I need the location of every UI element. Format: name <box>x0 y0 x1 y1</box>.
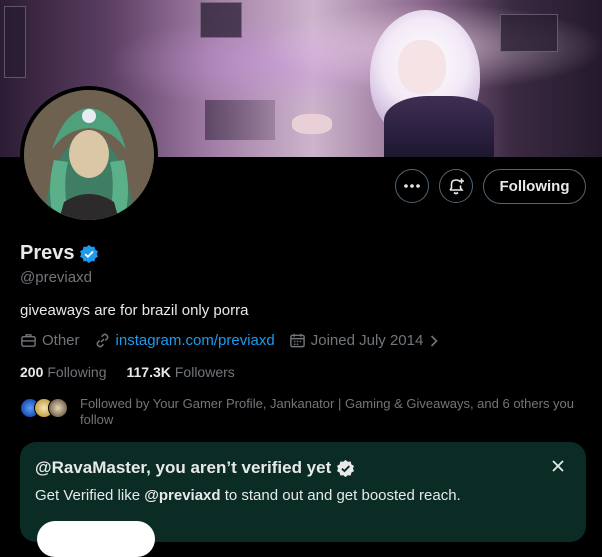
banner-sign-right <box>500 14 558 52</box>
profile-bio: giveaways are for brazil only porra <box>20 302 249 319</box>
close-icon <box>552 460 564 472</box>
following-button[interactable]: Following <box>483 169 586 204</box>
verified-badge-outline-icon <box>337 459 355 477</box>
following-count: 200 <box>20 364 44 380</box>
close-card-button[interactable] <box>548 456 568 476</box>
banner-character-face <box>398 40 446 94</box>
avatar-image <box>24 90 154 220</box>
category-label: Other <box>42 332 80 349</box>
get-verified-card: @RavaMaster, you aren’t verified yet Get… <box>20 442 586 557</box>
followed-by-row[interactable]: Followed by Your Gamer Profile, Jankanat… <box>20 396 590 428</box>
verify-card-subtitle: Get Verified like @previaxd to stand out… <box>35 487 461 504</box>
profile-name-row: Prevs <box>20 242 99 265</box>
verify-card-title-row: @RavaMaster, you aren’t verified yet <box>35 458 355 478</box>
calendar-icon <box>289 333 305 348</box>
website-link[interactable]: instagram.com/previaxd <box>116 332 275 349</box>
follower-avatar-3 <box>48 398 68 418</box>
notifications-button[interactable] <box>439 169 473 203</box>
banner-character-jacket <box>384 96 494 157</box>
chevron-right-icon <box>431 334 438 347</box>
get-verified-button[interactable] <box>37 521 155 557</box>
following-label: Following <box>47 364 107 380</box>
verify-subtitle-prefix: Get Verified like <box>35 487 145 504</box>
more-icon <box>404 184 420 188</box>
profile-handle: @previaxd <box>20 269 92 286</box>
verify-subtitle-handle: @previaxd <box>144 487 221 504</box>
followers-label: Followers <box>174 364 235 380</box>
joined-label: Joined July 2014 <box>310 332 424 349</box>
profile-joined[interactable]: Joined July 2014 <box>289 332 447 349</box>
banner-character-hand <box>292 114 332 134</box>
bell-plus-icon <box>449 178 464 195</box>
followed-by-text[interactable]: Followed by Your Gamer Profile, Jankanat… <box>80 396 590 428</box>
link-icon <box>96 333 108 348</box>
verify-card-title: @RavaMaster, you aren’t verified yet <box>35 458 332 477</box>
follower-avatars <box>20 396 72 418</box>
followers-stat[interactable]: 117.3K Followers <box>127 364 235 380</box>
profile-meta: Other instagram.com/previaxd Joined July… <box>20 332 460 349</box>
banner-sign-center <box>200 2 242 38</box>
verified-badge-icon[interactable] <box>79 244 99 264</box>
avatar-illustration <box>24 90 154 220</box>
profile-name: Prevs <box>20 242 75 264</box>
profile-category: Other <box>20 332 80 349</box>
profile-website[interactable]: instagram.com/previaxd <box>94 332 275 349</box>
banner-street-figures <box>205 100 275 140</box>
followers-count: 117.3K <box>126 364 171 380</box>
banner-sign-left <box>4 6 26 78</box>
more-button[interactable] <box>395 169 429 203</box>
profile-avatar[interactable] <box>20 86 158 224</box>
briefcase-icon <box>21 334 36 347</box>
following-stat[interactable]: 200 Following <box>20 364 107 380</box>
profile-stats: 200 Following 117.3K Followers <box>20 364 255 380</box>
verify-subtitle-suffix: to stand out and get boosted reach. <box>220 487 461 504</box>
